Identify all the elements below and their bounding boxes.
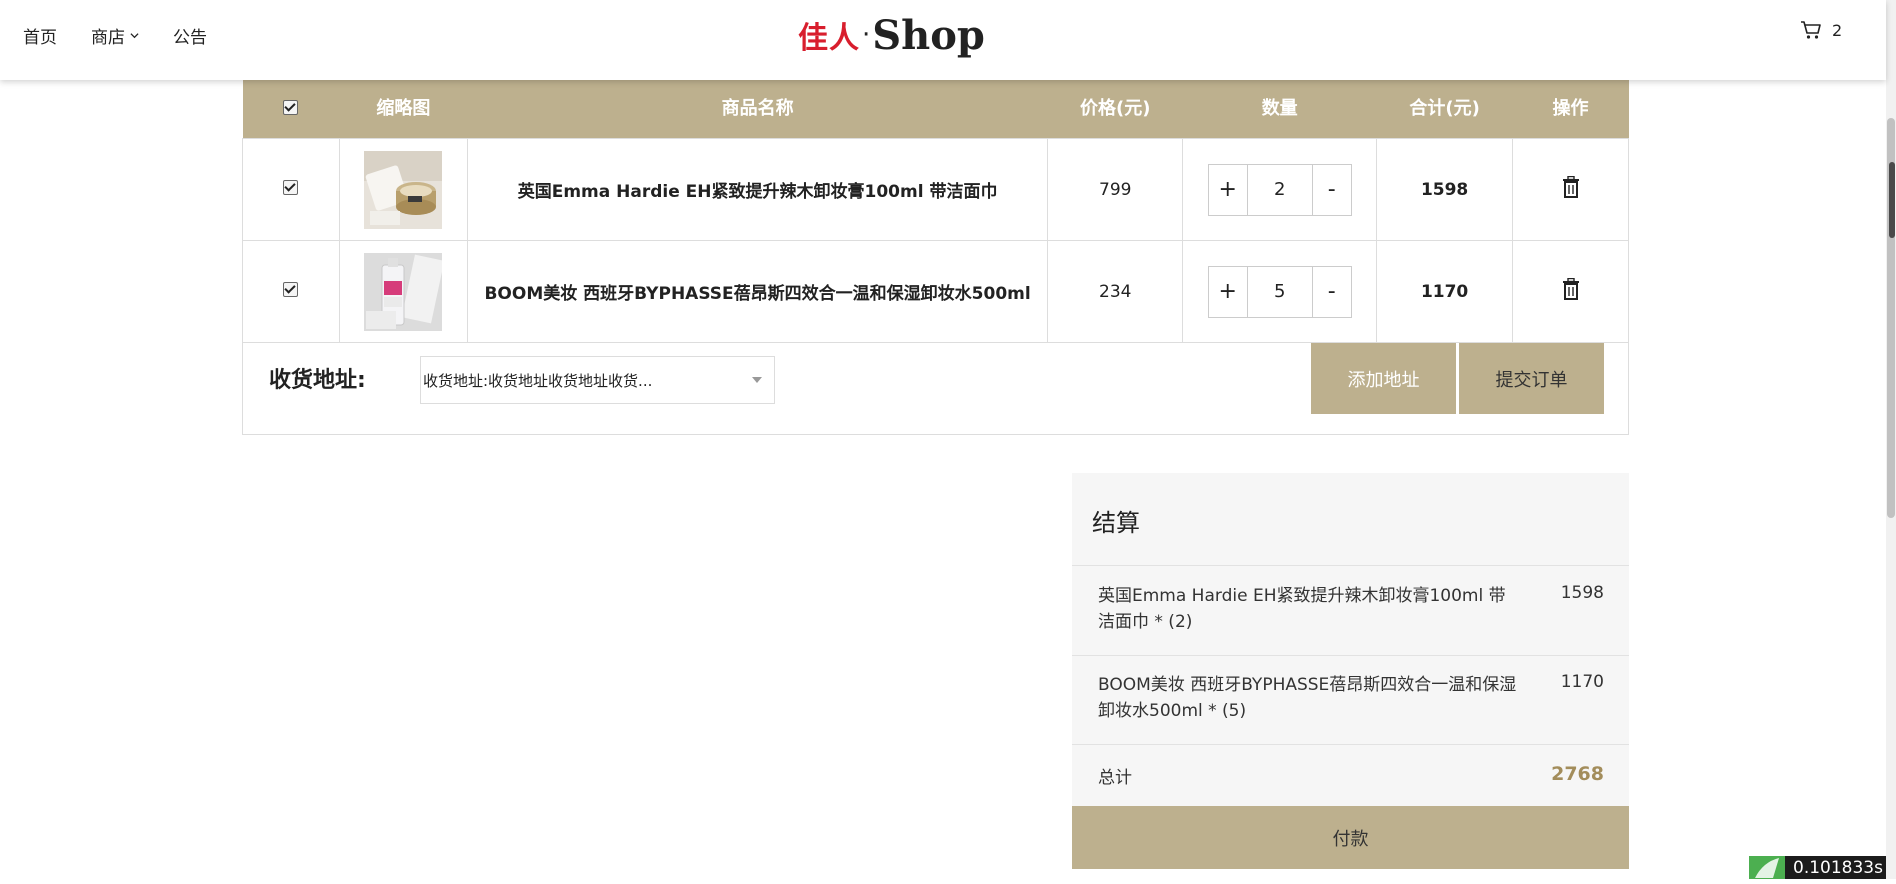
- logo-en-text: Shop: [872, 11, 985, 59]
- pay-button[interactable]: 付款: [1072, 806, 1629, 869]
- chevron-down-icon: [130, 32, 139, 38]
- nav-notice[interactable]: 公告: [173, 23, 207, 48]
- nav-notice-label: 公告: [173, 27, 207, 48]
- site-header: 首页 商店 公告 佳人 · Shop 2: [0, 0, 1886, 80]
- summary-title: 结算: [1092, 509, 1140, 537]
- quantity-field[interactable]: 5: [1246, 266, 1313, 317]
- quantity-stepper: + 2 -: [1207, 163, 1352, 216]
- row-checkbox[interactable]: [283, 281, 299, 297]
- timer-text: 0.101833s: [1793, 857, 1883, 878]
- address-row: 收货地址: 收货地址:收货地址收货地址收货... 添加地址 提交订单: [242, 326, 1629, 435]
- speed-icon: [1749, 856, 1785, 879]
- cart-table: 缩略图 商品名称 价格(元) 数量 合计(元) 操作 英国Emma Hardie…: [242, 60, 1629, 343]
- header-cart[interactable]: 2: [1800, 20, 1842, 40]
- submit-order-button[interactable]: 提交订单: [1459, 343, 1604, 414]
- summary-item-text: 英国Emma Hardie EH紧致提升辣木卸妆膏100ml 带洁面巾 * (2…: [1098, 586, 1506, 632]
- product-price: 799: [1047, 138, 1184, 241]
- quantity-stepper: + 5 -: [1207, 265, 1352, 318]
- add-address-button[interactable]: 添加地址: [1311, 343, 1456, 414]
- summary-divider: [1072, 744, 1629, 745]
- product-subtotal: 1598: [1376, 138, 1514, 241]
- select-all-checkbox[interactable]: [283, 100, 299, 115]
- row-checkbox[interactable]: [283, 179, 299, 195]
- trash-icon[interactable]: [1562, 278, 1580, 300]
- summary-total-label: 总计: [1098, 768, 1132, 788]
- site-logo[interactable]: 佳人 · Shop: [798, 10, 985, 60]
- summary-item-text: BOOM美妆 西班牙BYPHASSE蓓昂斯四效合一温和保湿卸妆水500ml * …: [1098, 675, 1517, 721]
- summary-total-value: 2768: [1551, 763, 1604, 785]
- row-thumbnail-cell: [338, 138, 468, 241]
- dropdown-caret-icon: [752, 377, 762, 383]
- table-row: 英国Emma Hardie EH紧致提升辣木卸妆膏100ml 带洁面巾 799 …: [242, 138, 1629, 241]
- summary-divider: [1072, 565, 1629, 566]
- address-select[interactable]: 收货地址:收货地址收货地址收货...: [420, 356, 775, 404]
- address-label: 收货地址:: [269, 368, 366, 393]
- quantity-cell: + 2 -: [1182, 138, 1378, 241]
- nav-shop-label: 商店: [91, 27, 125, 48]
- row-select-cell: [242, 138, 340, 241]
- increase-button[interactable]: +: [1209, 165, 1247, 215]
- nav-home-label: 首页: [23, 27, 57, 48]
- decrease-button[interactable]: -: [1313, 165, 1351, 215]
- logo-cn-text: 佳人: [798, 21, 860, 56]
- main-nav: 首页 商店 公告: [23, 0, 207, 70]
- page-scrollbar[interactable]: [1886, 0, 1896, 879]
- trash-icon[interactable]: [1562, 176, 1580, 198]
- summary-item-amount: 1170: [1560, 672, 1604, 692]
- summary-divider: [1072, 655, 1629, 656]
- summary-item-amount: 1598: [1560, 583, 1604, 603]
- scrollbar-indicator: [1889, 162, 1895, 238]
- product-thumbnail[interactable]: [364, 150, 443, 229]
- timer-badge: 0.101833s: [1749, 856, 1886, 879]
- address-selected-value: 收货地址:收货地址收货地址收货...: [423, 371, 653, 390]
- increase-button[interactable]: +: [1209, 267, 1247, 317]
- cart-icon: [1801, 21, 1821, 39]
- checkout-summary: 结算 英国Emma Hardie EH紧致提升辣木卸妆膏100ml 带洁面巾 *…: [1072, 473, 1629, 811]
- logo-dot: ·: [862, 20, 871, 50]
- decrease-button[interactable]: -: [1313, 267, 1351, 317]
- quantity-field[interactable]: 2: [1246, 164, 1313, 215]
- nav-home[interactable]: 首页: [23, 23, 57, 48]
- cart-count: 2: [1832, 20, 1843, 40]
- product-thumbnail[interactable]: [364, 252, 443, 331]
- action-cell: [1512, 138, 1629, 241]
- nav-shop[interactable]: 商店: [91, 23, 139, 48]
- product-name[interactable]: 英国Emma Hardie EH紧致提升辣木卸妆膏100ml 带洁面巾: [466, 138, 1049, 241]
